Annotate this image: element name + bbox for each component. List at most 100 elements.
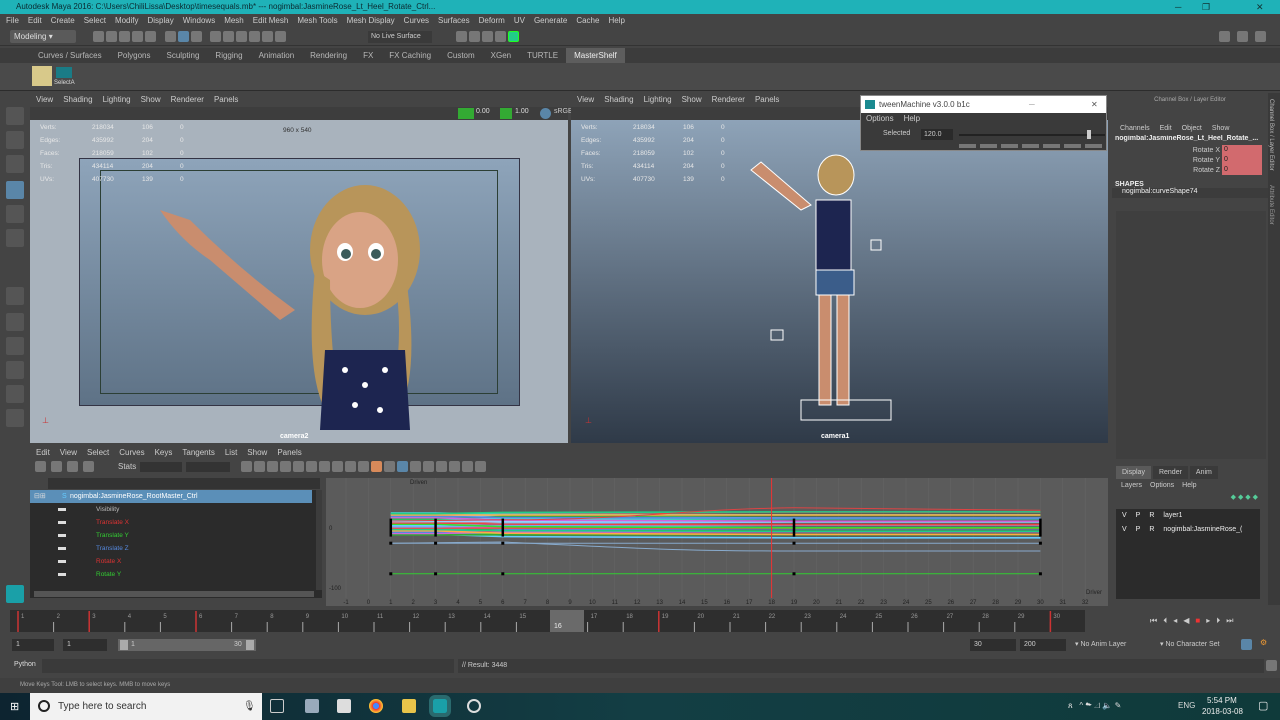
graph-menu-list[interactable]: List [225, 446, 237, 460]
tweenmachine-titlebar[interactable]: tweenMachine v3.0.0 b1c ─ ✕ [861, 96, 1106, 113]
auto-key-icon[interactable] [1241, 639, 1252, 650]
buffer-curve-icon[interactable] [371, 461, 382, 472]
graph-menu-curves[interactable]: Curves [119, 446, 144, 460]
graph-menu-select[interactable]: Select [87, 446, 109, 460]
language-indicator[interactable]: ENG [1178, 701, 1195, 710]
tween-preset-button[interactable] [1043, 144, 1060, 148]
cb-attr-row[interactable]: Rotate Y0 [1112, 155, 1262, 165]
menu-display[interactable]: Display [148, 14, 174, 28]
new-layer-selected-icon[interactable]: ◆ [1253, 494, 1258, 501]
cb-menu-show[interactable]: Show [1212, 123, 1230, 135]
graph-menu-show[interactable]: Show [247, 446, 267, 460]
layer-toggle-r[interactable]: R [1149, 523, 1154, 537]
viewport-menu-view[interactable]: View [577, 93, 594, 107]
ipr-render-icon[interactable] [482, 31, 493, 42]
viewport-menu-show[interactable]: Show [141, 93, 161, 107]
layer-tab-display[interactable]: Display [1116, 466, 1151, 479]
calculator-icon[interactable] [337, 699, 351, 713]
outliner-filter-field[interactable] [48, 478, 320, 489]
shelf-tab-turtle[interactable]: TURTLE [519, 48, 566, 63]
outliner-hscrollbar[interactable] [34, 591, 314, 597]
cb-menu-channels[interactable]: Channels [1120, 123, 1150, 135]
graph-menu-keys[interactable]: Keys [155, 446, 173, 460]
hypershade-icon[interactable] [508, 31, 519, 42]
live-surface-field[interactable]: No Live Surface [368, 31, 432, 43]
move-key-icon[interactable] [35, 461, 46, 472]
snap-grid-icon[interactable] [210, 31, 222, 42]
frame-playback-icon[interactable] [267, 461, 278, 472]
insert-key-icon[interactable] [51, 461, 62, 472]
outliner-layout-icon[interactable] [6, 409, 24, 427]
four-layout-icon[interactable] [6, 313, 24, 331]
layer-toggle-p[interactable]: P [1136, 509, 1141, 523]
step-forward-key-icon[interactable]: ⏵ [1216, 616, 1220, 626]
range-end-handle[interactable] [246, 640, 254, 650]
menu-mesh-tools[interactable]: Mesh Tools [297, 14, 337, 28]
menu-file[interactable]: File [6, 14, 19, 28]
windows-start-icon[interactable]: ⊞ [10, 700, 19, 713]
command-input[interactable] [42, 659, 454, 673]
viewport-canvas-left[interactable]: Verts: 218034 106 0 Edges: 435992 204 0 Faces: 21… [30, 120, 568, 443]
shelf-tab-mastershelf[interactable]: MasterShelf [566, 48, 625, 63]
select-all-icon[interactable] [56, 67, 72, 78]
snap-live-icon[interactable] [275, 31, 287, 42]
menu-deform[interactable]: Deform [479, 14, 505, 28]
layer-toggle-v[interactable]: V [1122, 509, 1127, 523]
layer-tab-render[interactable]: Render [1152, 466, 1188, 479]
render-settings-icon[interactable] [495, 31, 506, 42]
break-tangent-icon[interactable] [384, 461, 395, 472]
viewport-menu-renderer[interactable]: Renderer [171, 93, 204, 107]
mode-dropdown[interactable]: Modeling ▾ [10, 30, 76, 43]
lasso-tool-icon[interactable] [6, 131, 24, 149]
scale-tool-icon[interactable] [6, 229, 24, 247]
outliner-channel[interactable]: Translate Y [30, 529, 322, 542]
render-icon[interactable] [469, 31, 480, 42]
action-center-icon[interactable]: ▢ [1258, 699, 1268, 712]
color-management-icon[interactable] [540, 108, 551, 119]
lattice-icon[interactable] [67, 461, 78, 472]
workspace-icon[interactable] [1219, 31, 1230, 42]
cb-node-name[interactable]: nogimbal:JasmineRose_Lt_Heel_Rotate_... [1112, 135, 1268, 145]
task-view-icon[interactable] [270, 699, 284, 713]
file-explorer-icon[interactable] [402, 699, 416, 713]
shelf-tab-fx-caching[interactable]: FX Caching [381, 48, 439, 63]
stats-value-field[interactable] [186, 462, 230, 472]
tween-preset-button[interactable] [1085, 144, 1102, 148]
shelf-tab-polygons[interactable]: Polygons [110, 48, 159, 63]
close-button[interactable]: ✕ [1256, 0, 1264, 14]
outliner-channel[interactable]: Rotate Y [30, 568, 322, 581]
menu-select[interactable]: Select [84, 14, 106, 28]
outliner-scrollbar[interactable] [316, 490, 322, 590]
graph-menu-edit[interactable]: Edit [36, 446, 50, 460]
character-set-dropdown[interactable]: ▾ No Character Set [1160, 640, 1220, 648]
tween-value-field[interactable]: 120.0 [921, 129, 953, 140]
menu-generate[interactable]: Generate [534, 14, 567, 28]
snap-point-icon[interactable] [236, 31, 248, 42]
layer-menu-layers[interactable]: Layers [1121, 479, 1142, 493]
snap-surface-icon[interactable] [262, 31, 274, 42]
chrome-icon[interactable] [369, 699, 383, 713]
maya-taskbar-icon[interactable] [429, 695, 451, 717]
clamped-tangent-icon[interactable] [306, 461, 317, 472]
side-tab-channel-box[interactable]: Channel Box / Layer Editor [1268, 99, 1274, 171]
tween-preset-button[interactable] [959, 144, 976, 148]
shelf-tab-custom[interactable]: Custom [439, 48, 483, 63]
gamma-field[interactable]: 1.00 [515, 108, 529, 115]
range-start-handle[interactable] [120, 640, 128, 650]
outliner-root-node[interactable]: ⊟⊞ S nogimbal:JasmineRose_RootMaster_Ctr… [30, 490, 312, 503]
tray-icons[interactable]: ጸ ^ ☁ ◿ 🔈 ✎ [1068, 701, 1121, 711]
snipping-tool-icon[interactable] [305, 699, 319, 713]
graph-menu-view[interactable]: View [60, 446, 77, 460]
clock-time[interactable]: 5:54 PM [1207, 696, 1237, 705]
menu-windows[interactable]: Windows [183, 14, 215, 28]
graph-menu-panels[interactable]: Panels [277, 446, 301, 460]
step-forward-frame-icon[interactable]: ▸ [1206, 616, 1210, 626]
linear-tangent-icon[interactable] [319, 461, 330, 472]
step-back-key-icon[interactable]: ⏴ [1163, 616, 1167, 626]
snap-curve-icon[interactable] [223, 31, 235, 42]
viewport-menu-lighting[interactable]: Lighting [103, 93, 131, 107]
outliner-channel[interactable]: Translate X [30, 516, 322, 529]
graph-view[interactable]: -1 0 1 2 3 4 5 6 7 8 9 10 11 12 13 14 15 16 17 18 19 20 21 22 23… [326, 466, 1108, 606]
spline-tangent-icon[interactable] [293, 461, 304, 472]
viewport-menu-panels[interactable]: Panels [755, 93, 779, 107]
